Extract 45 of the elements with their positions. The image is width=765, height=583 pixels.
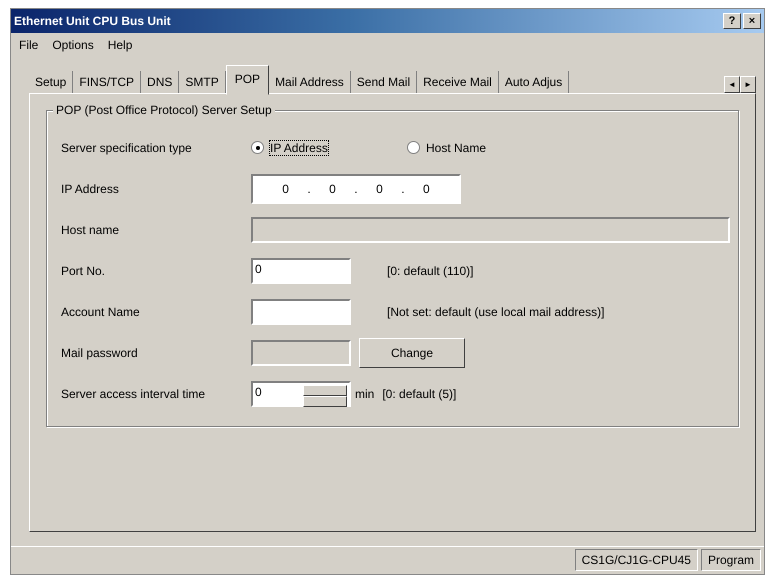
tab[interactable]: POP bbox=[226, 65, 270, 95]
tab[interactable]: Send Mail bbox=[350, 71, 418, 93]
menu-item[interactable]: Help bbox=[108, 38, 132, 54]
tab[interactable]: Mail Address bbox=[269, 71, 351, 93]
field-label: Port No. bbox=[61, 264, 106, 278]
ip-separator: . bbox=[354, 182, 358, 196]
ip-address-field[interactable]: 0 . 0 . 0 . 0 bbox=[251, 174, 461, 204]
text-field[interactable] bbox=[251, 298, 351, 324]
hint-text: [0: default (110)] bbox=[387, 264, 474, 278]
scroll-right-button[interactable]: ► bbox=[740, 76, 756, 93]
spin-field[interactable]: 0 bbox=[251, 380, 351, 406]
ip-octet: 0 bbox=[376, 182, 383, 196]
group-title: POP (Post Office Protocol) Server Setup bbox=[53, 103, 275, 117]
radio-button[interactable] bbox=[251, 141, 264, 154]
radio-label: IP Address bbox=[270, 140, 328, 154]
menu-item[interactable]: File bbox=[19, 38, 38, 54]
field-label: IP Address bbox=[61, 182, 120, 196]
field-label: Server specification type bbox=[61, 140, 193, 154]
tab[interactable]: DNS bbox=[141, 71, 180, 93]
menu-item[interactable]: Options bbox=[52, 38, 94, 54]
tab[interactable]: Receive Mail bbox=[417, 71, 499, 93]
help-button[interactable]: ? bbox=[723, 13, 741, 29]
hint-text: [Not set: default (use local mail address)] bbox=[387, 304, 604, 318]
window-title: Ethernet Unit CPU Bus Unit bbox=[14, 14, 172, 28]
tab[interactable]: FINS/TCP bbox=[73, 71, 142, 93]
close-button[interactable]: × bbox=[743, 13, 761, 29]
field-label: Account Name bbox=[61, 304, 141, 318]
tab[interactable]: Auto Adjus bbox=[498, 71, 570, 93]
field-label: Host name bbox=[61, 222, 120, 236]
ip-octet: 0 bbox=[282, 182, 289, 196]
unit-label: min bbox=[355, 386, 374, 400]
tab[interactable]: Setup bbox=[29, 71, 74, 93]
status-model: CS1G/CJ1G-CPU45 bbox=[574, 549, 698, 571]
field-label: Server access interval time bbox=[61, 386, 206, 400]
field-label: Mail password bbox=[61, 346, 139, 360]
ip-octet: 0 bbox=[423, 182, 430, 196]
radio-button[interactable] bbox=[407, 141, 420, 154]
text-field[interactable]: 0 bbox=[251, 258, 351, 284]
scroll-left-button[interactable]: ◄ bbox=[724, 76, 740, 93]
ip-separator: . bbox=[307, 182, 311, 196]
radio-label: Host Name bbox=[426, 140, 486, 154]
hint-text: [0: default (5)] bbox=[382, 386, 456, 400]
ip-octet: 0 bbox=[329, 182, 336, 196]
status-mode: Program bbox=[700, 549, 761, 571]
ip-separator: . bbox=[401, 182, 405, 196]
